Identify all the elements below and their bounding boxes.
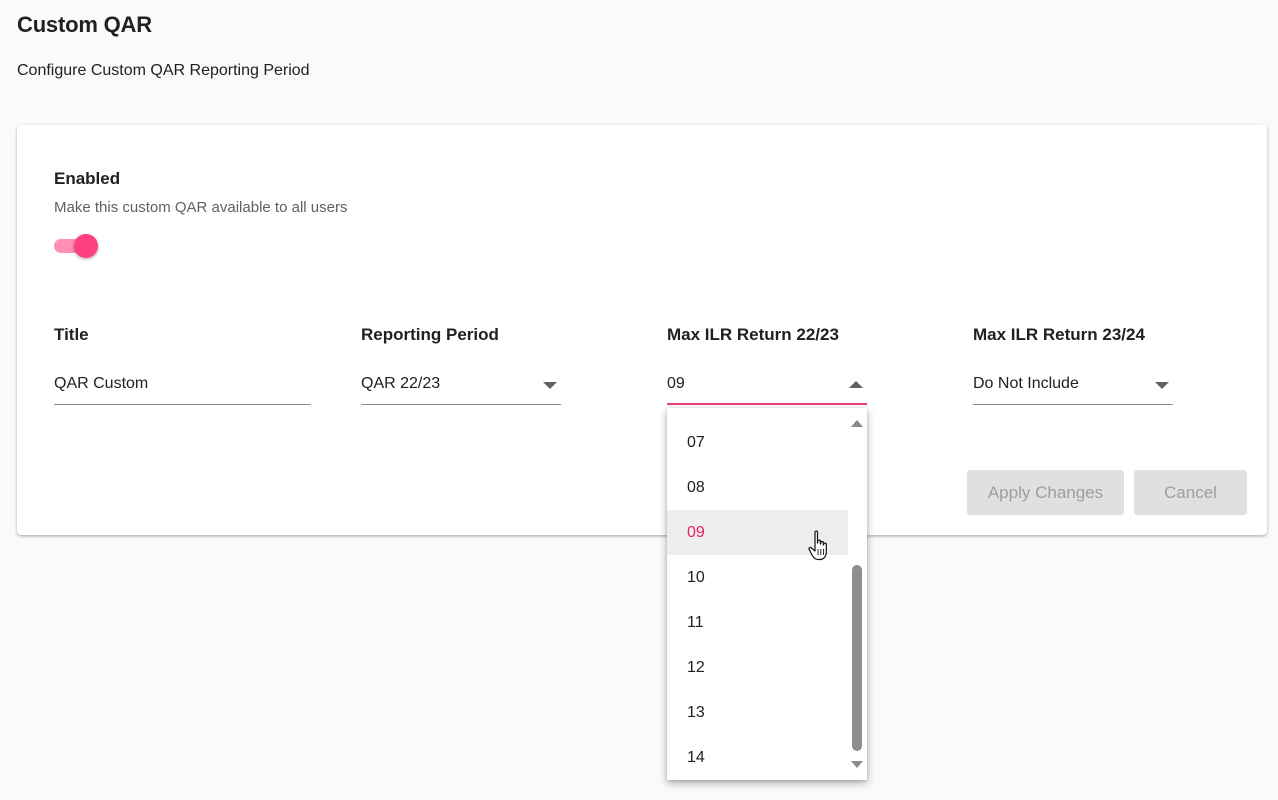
title-input[interactable]: QAR Custom: [54, 365, 311, 405]
max-ilr-2223-label: Max ILR Return 22/23: [667, 325, 839, 344]
caret-down-icon: [543, 382, 557, 389]
dropdown-option[interactable]: 14: [667, 735, 848, 780]
max-ilr-2223-select[interactable]: 09: [667, 365, 867, 405]
hand-pointer-icon: [808, 530, 827, 561]
apply-changes-button[interactable]: Apply Changes: [967, 470, 1124, 515]
page: Custom QAR Configure Custom QAR Reportin…: [0, 0, 1278, 800]
scrollbar-thumb[interactable]: [852, 565, 862, 751]
title-value: QAR Custom: [54, 375, 149, 392]
caret-down-icon: [1155, 382, 1169, 389]
settings-card: Enabled Make this custom QAR available t…: [17, 125, 1267, 535]
dropdown-option[interactable]: 07: [667, 420, 848, 465]
reporting-period-label: Reporting Period: [361, 325, 499, 344]
max-ilr-2324-label: Max ILR Return 23/24: [973, 325, 1145, 344]
dropdown-list: 07 08 09 10 11 12 13 14: [667, 420, 848, 780]
dropdown-option[interactable]: 11: [667, 600, 848, 645]
max-ilr-2324-select[interactable]: Do Not Include: [973, 365, 1173, 405]
enabled-description: Make this custom QAR available to all us…: [54, 199, 348, 216]
page-subtitle: Configure Custom QAR Reporting Period: [17, 62, 310, 79]
dropdown-option[interactable]: 08: [667, 465, 848, 510]
scroll-down-arrow-icon[interactable]: [851, 761, 863, 768]
dropdown-option[interactable]: 13: [667, 690, 848, 735]
caret-up-icon: [849, 381, 863, 388]
toggle-switch-icon: [74, 234, 98, 258]
title-label: Title: [54, 325, 89, 344]
max-ilr-2324-value: Do Not Include: [973, 375, 1079, 392]
max-ilr-2223-value: 09: [667, 375, 685, 392]
page-title: Custom QAR: [17, 12, 152, 37]
dropdown-option[interactable]: 12: [667, 645, 848, 690]
enabled-toggle[interactable]: [54, 233, 98, 259]
reporting-period-value: QAR 22/23: [361, 375, 441, 392]
scroll-up-arrow-icon[interactable]: [851, 420, 863, 427]
cancel-button[interactable]: Cancel: [1134, 470, 1247, 515]
reporting-period-select[interactable]: QAR 22/23: [361, 365, 561, 405]
max-ilr-2223-dropdown: 07 08 09 10 11 12 13 14: [667, 408, 867, 780]
enabled-label: Enabled: [54, 169, 121, 188]
